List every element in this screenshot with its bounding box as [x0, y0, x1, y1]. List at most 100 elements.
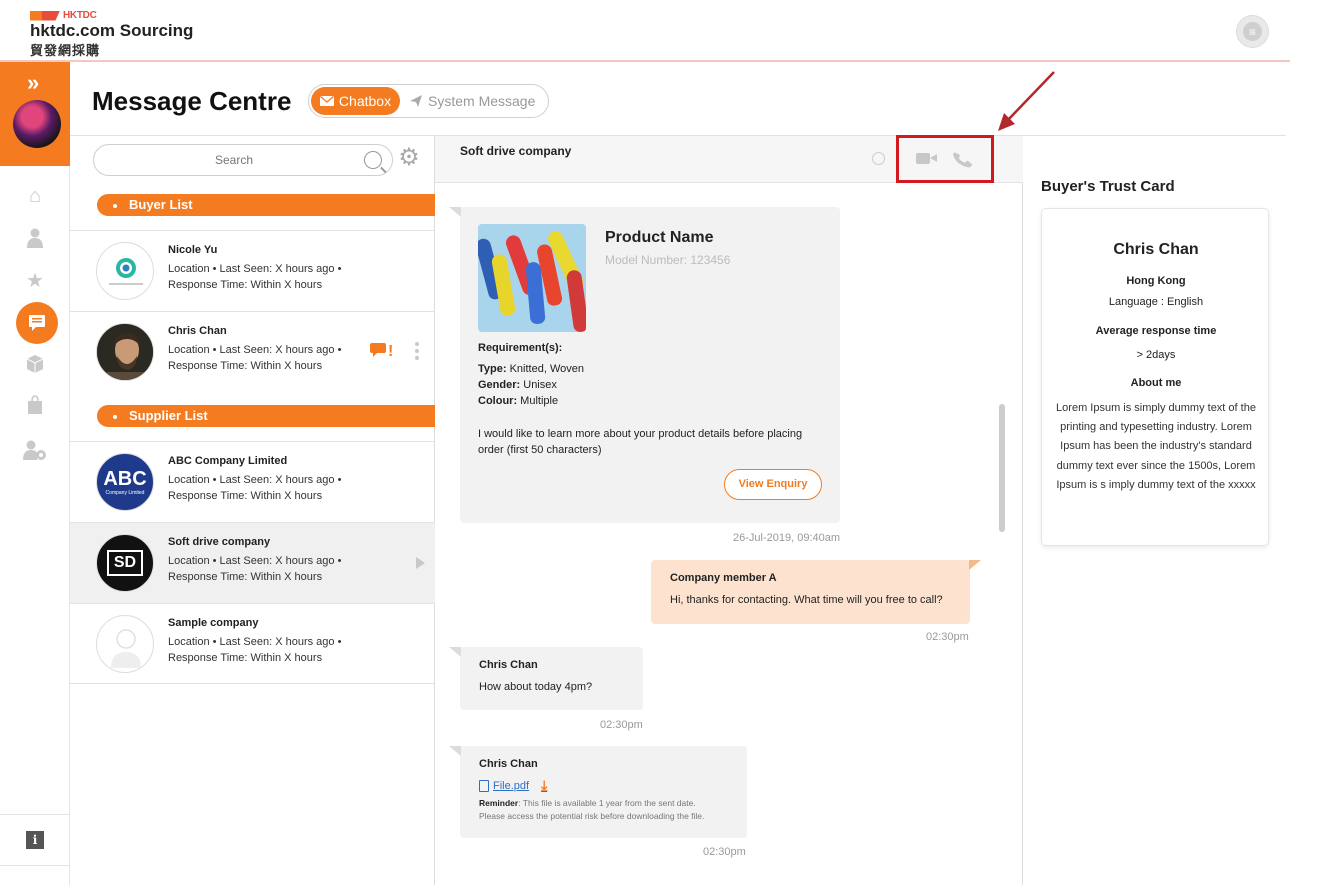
message-centre-nav[interactable]	[16, 302, 58, 344]
requirements-heading: Requirement(s):	[478, 342, 563, 354]
message-tabs: Chatbox System Message	[308, 84, 549, 118]
enquiry-message-line-1: I would like to learn more about your pr…	[478, 428, 803, 440]
page-title: Message Centre	[92, 86, 292, 116]
contact-meta: Location • Last Seen: X hours ago •	[168, 555, 342, 567]
tab-chatbox[interactable]: Chatbox	[311, 87, 400, 115]
search-icon[interactable]	[364, 151, 382, 169]
contact-item-nicole-yu[interactable]: Nicole Yu Location • Last Seen: X hours …	[70, 230, 435, 311]
buyer-list-label: Buyer List	[129, 197, 193, 212]
contact-meta: Location • Last Seen: X hours ago •	[168, 344, 342, 356]
contact-response-time: Response Time: Within X hours	[168, 652, 323, 664]
chat-icon	[29, 315, 45, 331]
contact-item-chris-chan[interactable]: Chris Chan Location • Last Seen: X hours…	[70, 311, 435, 392]
unread-alert-mark: !	[388, 343, 394, 360]
user-avatar[interactable]	[13, 100, 61, 148]
call-icons-highlight	[896, 135, 994, 183]
buyer-list-header: Buyer List	[97, 194, 435, 216]
box-icon[interactable]	[23, 354, 47, 378]
message-timestamp: 26-Jul-2019, 09:40am	[733, 532, 841, 544]
file-attachment-link[interactable]: File.pdf ⤓	[479, 777, 547, 794]
chat-panel: Soft drive company Product Name Model Nu…	[435, 136, 1023, 885]
tab-chatbox-label: Chatbox	[338, 93, 392, 109]
brand-chinese-title: 貿發網採購	[30, 43, 101, 58]
trust-card-title: Buyer's Trust Card	[1041, 178, 1175, 195]
unread-alert-icon[interactable]: !	[370, 342, 393, 361]
file-name: File.pdf	[493, 779, 530, 792]
trust-card-avg-label: Average response time	[1095, 325, 1217, 337]
tab-system-message[interactable]: System Message	[409, 87, 535, 115]
info-button[interactable]: i	[0, 814, 70, 866]
search-placeholder: Search	[214, 153, 254, 167]
contact-meta: Location • Last Seen: X hours ago •	[168, 636, 342, 648]
contact-name: Sample company	[168, 617, 259, 629]
contact-name: Nicole Yu	[168, 244, 218, 256]
gear-icon[interactable]: ⚙	[397, 146, 421, 170]
product-image[interactable]	[478, 224, 586, 332]
contact-avatar: SD	[96, 534, 154, 592]
message-sender: Chris Chan	[479, 659, 538, 671]
hamburger-icon: ≡	[1243, 22, 1262, 41]
incoming-file-message: Chris Chan File.pdf ⤓ Reminder: This fil…	[449, 746, 747, 838]
menu-button[interactable]: ≡	[1236, 15, 1269, 48]
contact-item-sample-company[interactable]: Sample company Location • Last Seen: X h…	[70, 603, 435, 684]
outgoing-message: Company member A Hi, thanks for contacti…	[651, 560, 981, 624]
rail-header: »	[0, 62, 70, 166]
trust-card: Chris Chan Hong Kong Language : English …	[1041, 208, 1269, 546]
message-timestamp: 02:30pm	[600, 719, 643, 731]
contact-response-time: Response Time: Within X hours	[168, 490, 323, 502]
shopping-bag-icon[interactable]	[23, 395, 47, 419]
paper-plane-icon	[410, 95, 422, 107]
contact-item-soft-drive[interactable]: SD Soft drive company Location • Last Se…	[70, 522, 435, 603]
envelope-icon	[319, 96, 334, 106]
contact-name: Soft drive company	[168, 536, 271, 548]
hktdc-logo-mark	[30, 10, 60, 21]
incoming-message: Chris Chan How about today 4pm?	[449, 647, 643, 710]
search-input[interactable]: Search	[93, 144, 393, 176]
supplier-list-header: Supplier List	[97, 405, 435, 427]
contact-avatar	[96, 323, 154, 381]
requirement-type: Type: Knitted, Woven	[478, 363, 584, 375]
view-enquiry-button[interactable]: View Enquiry	[724, 469, 822, 500]
chat-title: Soft drive company	[460, 144, 572, 158]
contact-list-panel: Search ⚙ Buyer List Nicole Yu Location •…	[70, 136, 435, 885]
message-timestamp: 02:30pm	[703, 846, 746, 858]
contact-meta: Location • Last Seen: X hours ago •	[168, 474, 342, 486]
annotation-arrow	[998, 71, 1055, 131]
expand-chevron-icon[interactable]: »	[27, 70, 39, 96]
contact-name: Chris Chan	[168, 325, 227, 337]
file-icon	[479, 779, 489, 792]
contact-response-time: Response Time: Within X hours	[168, 279, 323, 291]
hktdc-logo-text: HKTDC	[63, 10, 97, 21]
placeholder-avatar-icon	[111, 629, 141, 668]
product-model-number: Model Number: 123456	[605, 253, 731, 267]
home-icon[interactable]: ⌂	[23, 184, 47, 208]
side-rail: » ⌂ ★ i	[0, 62, 70, 885]
user-icon[interactable]	[23, 227, 47, 251]
hktdc-logo[interactable]: HKTDC	[30, 10, 97, 21]
contact-avatar	[96, 615, 154, 673]
requirement-colour: Colour: Multiple	[478, 395, 559, 407]
message-sender: Company member A	[670, 572, 777, 584]
contact-avatar	[96, 242, 154, 300]
trust-card-location: Hong Kong	[1126, 275, 1186, 287]
file-reminder: Reminder: This file is available 1 year …	[479, 798, 705, 821]
trust-card-language: Language : English	[1108, 296, 1204, 308]
message-text: Hi, thanks for contacting. What time wil…	[670, 594, 943, 606]
user-settings-icon[interactable]	[23, 439, 47, 463]
download-icon[interactable]: ⤓	[541, 777, 547, 794]
more-options-icon[interactable]	[415, 342, 419, 363]
contact-item-abc-company[interactable]: ABC Company Limited ABC Company Limited …	[70, 441, 435, 522]
brand-title[interactable]: hktdc.com Sourcing	[30, 21, 193, 41]
message-text: How about today 4pm?	[479, 681, 593, 693]
product-name: Product Name	[605, 229, 714, 246]
contact-response-time: Response Time: Within X hours	[168, 360, 323, 372]
requirement-gender: Gender: Unisex	[478, 379, 557, 391]
chat-scrollbar[interactable]	[999, 404, 1005, 532]
tab-system-message-label: System Message	[428, 93, 536, 109]
contact-response-time: Response Time: Within X hours	[168, 571, 323, 583]
chat-search-icon[interactable]	[872, 152, 885, 165]
contact-avatar: ABC Company Limited	[96, 453, 154, 511]
star-icon[interactable]: ★	[23, 269, 47, 293]
trust-card-about-text: Lorem Ipsum is simply dummy text of the …	[1056, 402, 1256, 491]
enquiry-message-line-2: order (first 50 characters)	[478, 444, 602, 456]
